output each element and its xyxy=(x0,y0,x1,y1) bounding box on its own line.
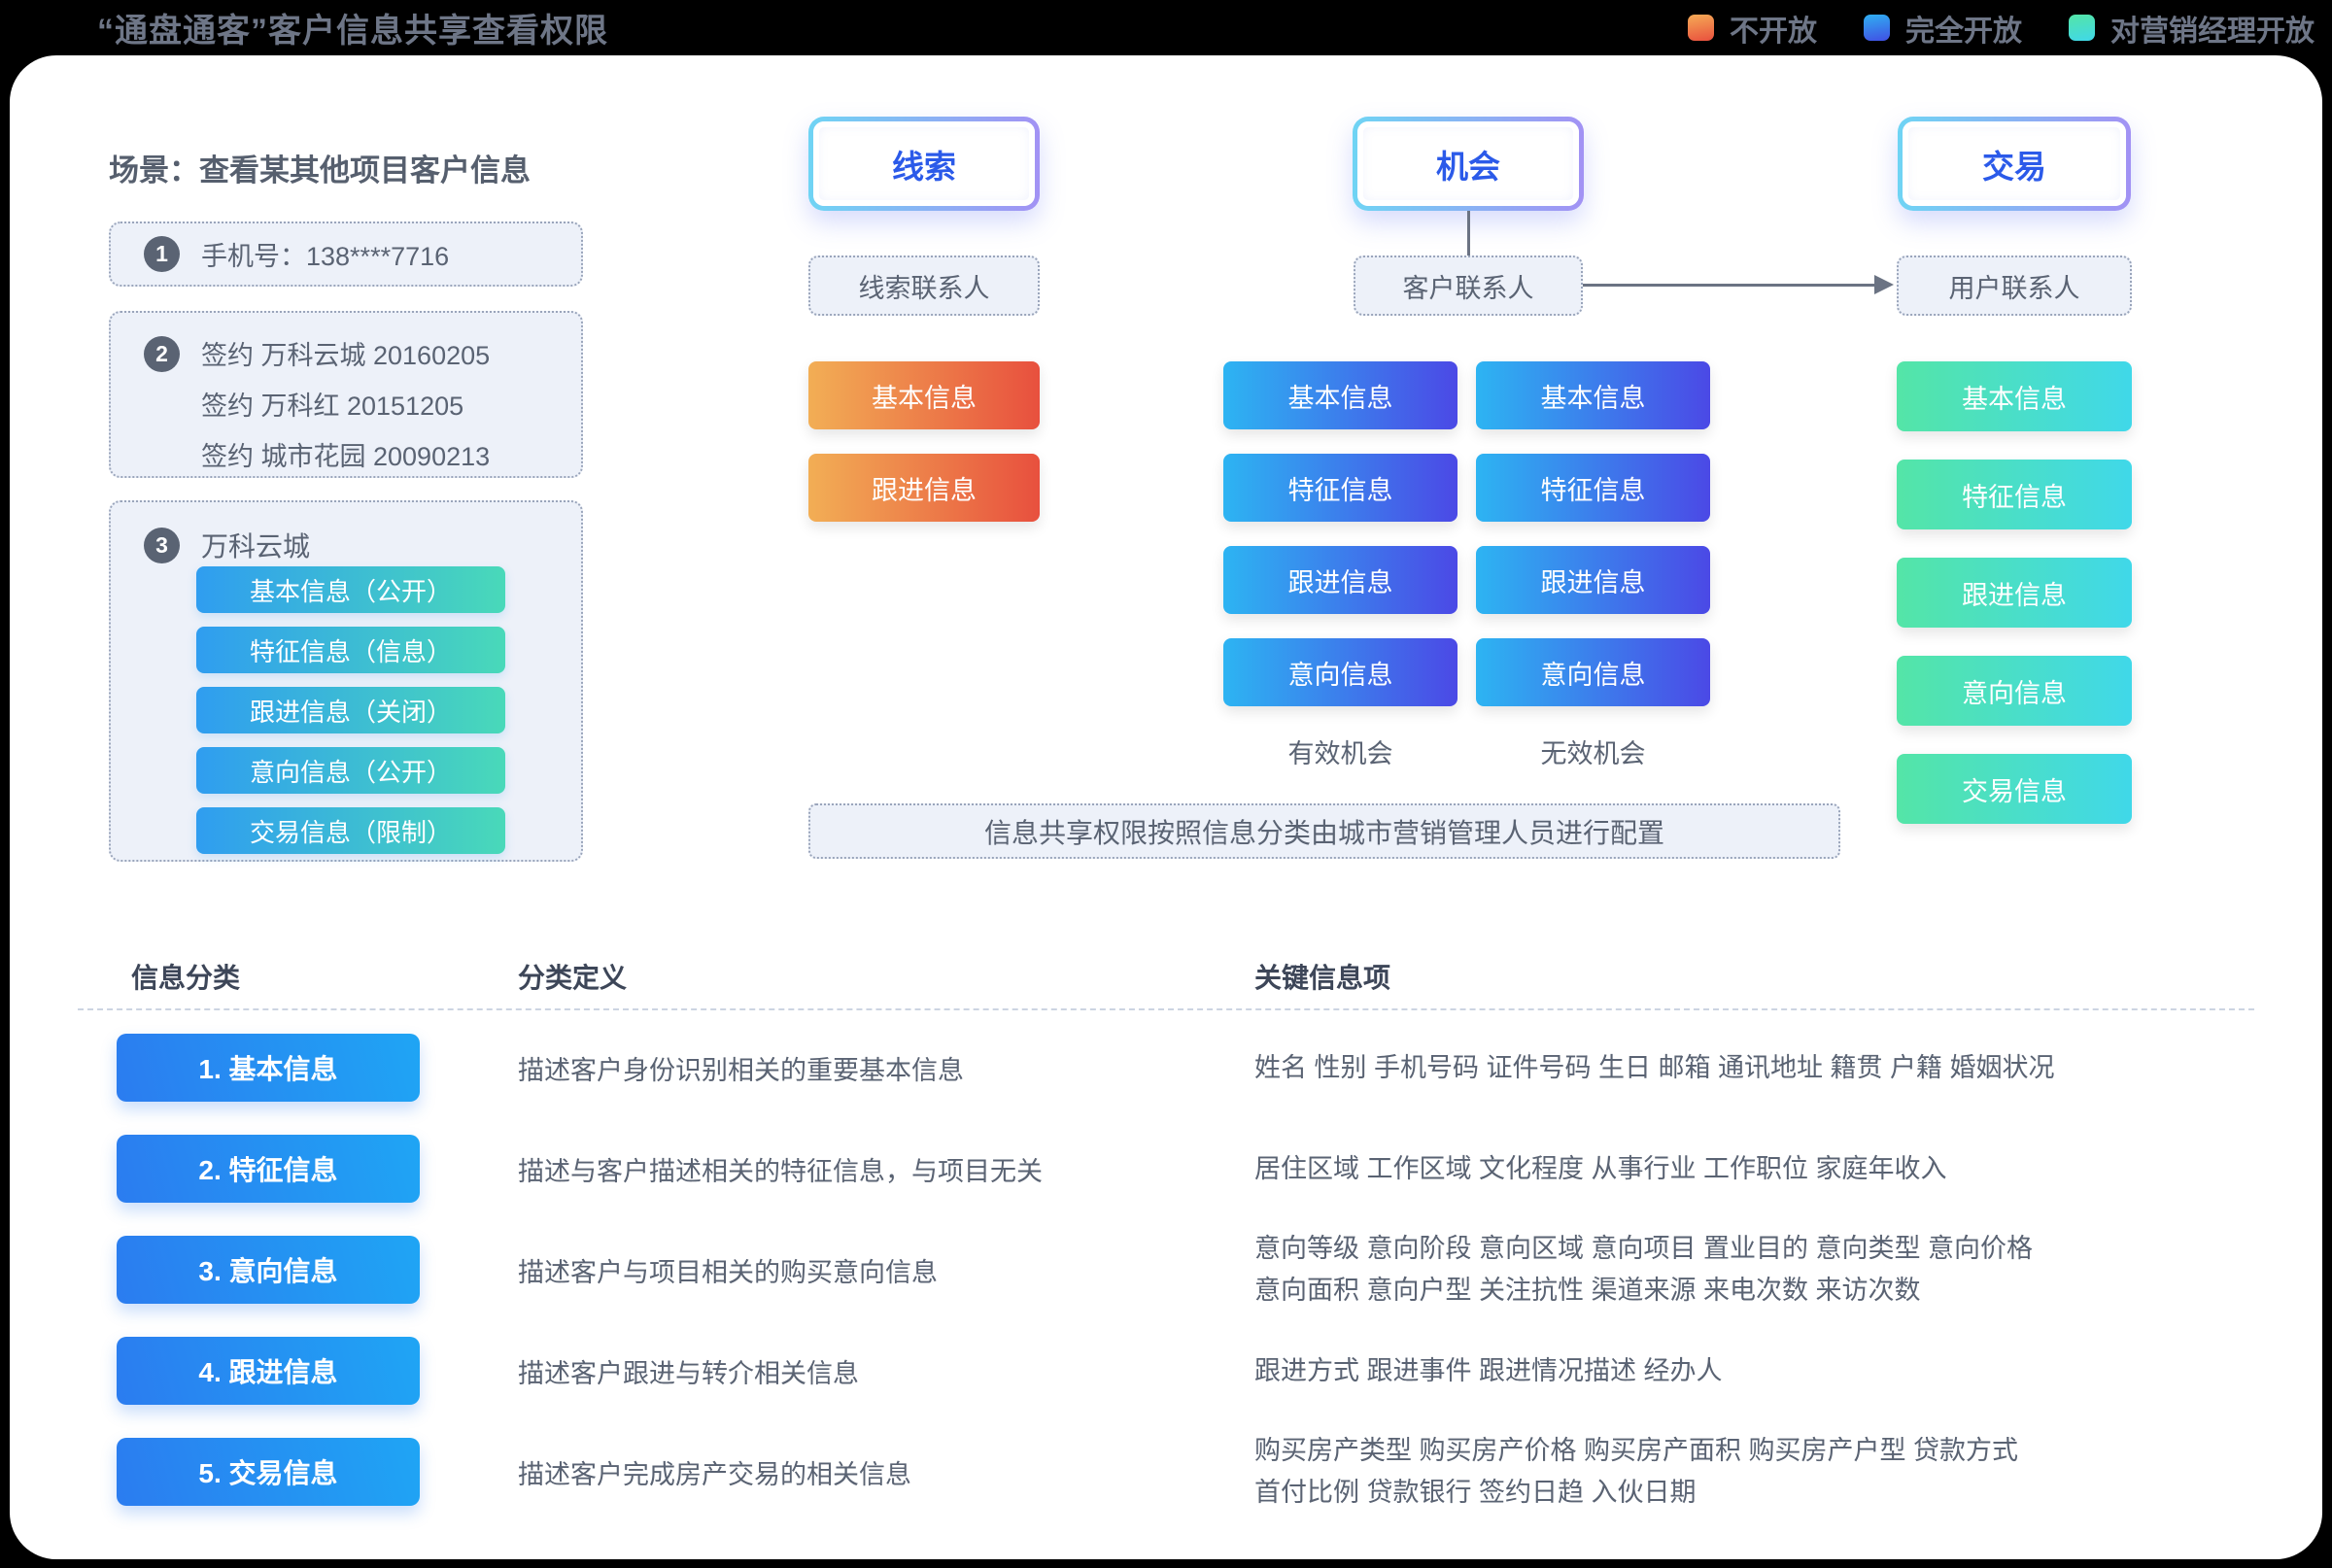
deal-header-box: 交易 xyxy=(1898,117,2131,211)
key-items-line: 购买房产类型 购买房产价格 购买房产面积 购买房产户型 贷款方式 xyxy=(1254,1430,2314,1472)
dashed-divider xyxy=(78,1008,2254,1010)
permission-bar: 跟进信息（关闭） xyxy=(196,687,505,733)
legend-item-fully-open: 完全开放 xyxy=(1864,7,2022,50)
legend-swatch-blue-icon xyxy=(1864,15,1890,41)
invalid-opportunity-box: 意向信息 xyxy=(1476,638,1710,706)
legend-label: 不开放 xyxy=(1730,7,1817,50)
category-button: 5. 交易信息 xyxy=(117,1438,420,1506)
valid-opportunity-box: 基本信息 xyxy=(1223,361,1458,429)
table-row: 4. 跟进信息 描述客户跟进与转介相关信息 跟进方式 跟进事件 跟进情况描述 经… xyxy=(0,1337,2332,1405)
deal-info-box: 意向信息 xyxy=(1897,656,2132,726)
category-definition: 描述客户身份识别相关的重要基本信息 xyxy=(518,1034,1217,1102)
table-row: 5. 交易信息 描述客户完成房产交易的相关信息 购买房产类型 购买房产价格 购买… xyxy=(0,1438,2332,1506)
invalid-opportunity-box: 基本信息 xyxy=(1476,361,1710,429)
project-name: 万科云城 xyxy=(201,526,310,564)
category-definition: 描述与客户描述相关的特征信息，与项目无关 xyxy=(518,1135,1217,1203)
lead-header-box: 线索 xyxy=(808,117,1040,211)
scenario-step-3: 3 万科云城 基本信息（公开） 特征信息（信息） 跟进信息（关闭） 意向信息（公… xyxy=(109,500,583,862)
valid-opportunity-label: 有效机会 xyxy=(1223,732,1458,770)
permission-bar: 特征信息（信息） xyxy=(196,627,505,673)
lead-info-box: 跟进信息 xyxy=(808,454,1040,522)
opportunity-title: 机会 xyxy=(1357,121,1579,206)
step-1-text: 手机号：138****7716 xyxy=(201,235,449,273)
legend-item-manager-open: 对营销经理开放 xyxy=(2069,7,2315,50)
deal-contact-box: 用户联系人 xyxy=(1897,256,2132,316)
table-row: 2. 特征信息 描述与客户描述相关的特征信息，与项目无关 居住区域 工作区域 文… xyxy=(0,1135,2332,1203)
category-button: 1. 基本信息 xyxy=(117,1034,420,1102)
lead-title: 线索 xyxy=(813,121,1035,206)
scenario-step-1: 1 手机号：138****7716 xyxy=(109,222,583,287)
scenario-title: 场景：查看某其他项目客户信息 xyxy=(109,146,531,189)
category-button: 3. 意向信息 xyxy=(117,1236,420,1304)
legend: 不开放 完全开放 对营销经理开放 xyxy=(1688,0,2315,55)
permission-bar: 基本信息（公开） xyxy=(196,566,505,613)
deal-info-box: 基本信息 xyxy=(1897,361,2132,431)
key-items-line: 跟进方式 跟进事件 跟进情况描述 经办人 xyxy=(1254,1350,2314,1392)
step-2-badge-icon: 2 xyxy=(144,336,180,372)
column-header-definition: 分类定义 xyxy=(518,957,627,996)
category-definition: 描述客户跟进与转介相关信息 xyxy=(518,1337,1217,1405)
category-definition: 描述客户完成房产交易的相关信息 xyxy=(518,1438,1217,1506)
lead-contact-box: 线索联系人 xyxy=(808,256,1040,316)
step-1-badge-icon: 1 xyxy=(144,236,180,272)
key-items-line: 意向等级 意向阶段 意向区域 意向项目 置业目的 意向类型 意向价格 xyxy=(1254,1228,2314,1270)
legend-swatch-teal-icon xyxy=(2069,15,2095,41)
scenario-step-2: 2 签约 万科云城 20160205 签约 万科红 20151205 签约 城市… xyxy=(109,311,583,478)
column-header-key-items: 关键信息项 xyxy=(1254,957,1390,996)
category-button: 4. 跟进信息 xyxy=(117,1337,420,1405)
invalid-opportunity-box: 跟进信息 xyxy=(1476,546,1710,614)
config-note: 信息共享权限按照信息分类由城市营销管理人员进行配置 xyxy=(808,803,1840,859)
permission-bar: 交易信息（限制） xyxy=(196,807,505,854)
opportunity-header-box: 机会 xyxy=(1353,117,1584,211)
valid-opportunity-box: 特征信息 xyxy=(1223,454,1458,522)
invalid-opportunity-label: 无效机会 xyxy=(1476,732,1710,770)
contract-line: 签约 万科云城 20160205 xyxy=(201,330,581,381)
step-3-badge-icon: 3 xyxy=(144,528,180,563)
valid-opportunity-box: 意向信息 xyxy=(1223,638,1458,706)
top-bar: “通盘通客”客户信息共享查看权限 不开放 完全开放 对营销经理开放 xyxy=(0,0,2332,55)
legend-label: 对营销经理开放 xyxy=(2110,7,2315,50)
page-title: “通盘通客”客户信息共享查看权限 xyxy=(97,4,608,51)
legend-item-not-open: 不开放 xyxy=(1688,7,1817,50)
legend-label: 完全开放 xyxy=(1905,7,2022,50)
opportunity-contact-box: 客户联系人 xyxy=(1354,256,1583,316)
deal-info-box: 特征信息 xyxy=(1897,460,2132,529)
deal-title: 交易 xyxy=(1903,121,2126,206)
column-header-category: 信息分类 xyxy=(131,957,240,996)
connector-line xyxy=(1467,211,1470,256)
invalid-opportunity-box: 特征信息 xyxy=(1476,454,1710,522)
lead-info-box: 基本信息 xyxy=(808,361,1040,429)
key-items-line: 首付比例 贷款银行 签约日趋 入伙日期 xyxy=(1254,1472,2314,1514)
deal-info-box: 交易信息 xyxy=(1897,754,2132,824)
table-row: 3. 意向信息 描述客户与项目相关的购买意向信息 意向等级 意向阶段 意向区域 … xyxy=(0,1236,2332,1304)
valid-opportunity-box: 跟进信息 xyxy=(1223,546,1458,614)
contract-line: 签约 城市花园 20090213 xyxy=(201,431,581,482)
category-definition: 描述客户与项目相关的购买意向信息 xyxy=(518,1236,1217,1304)
table-row: 1. 基本信息 描述客户身份识别相关的重要基本信息 姓名 性别 手机号码 证件号… xyxy=(0,1034,2332,1102)
permission-bar: 意向信息（公开） xyxy=(196,747,505,794)
infographic-page: “通盘通客”客户信息共享查看权限 不开放 完全开放 对营销经理开放 场景：查看某… xyxy=(0,0,2332,1568)
key-items-line: 居住区域 工作区域 文化程度 从事行业 工作职位 家庭年收入 xyxy=(1254,1148,2314,1190)
deal-info-box: 跟进信息 xyxy=(1897,558,2132,628)
key-items-line: 意向面积 意向户型 关注抗性 渠道来源 来电次数 来访次数 xyxy=(1254,1270,2314,1312)
legend-swatch-orange-icon xyxy=(1688,15,1714,41)
arrow-right-icon xyxy=(1874,275,1894,294)
contract-line: 签约 万科红 20151205 xyxy=(201,381,581,431)
category-button: 2. 特征信息 xyxy=(117,1135,420,1203)
key-items-line: 姓名 性别 手机号码 证件号码 生日 邮箱 通讯地址 籍贯 户籍 婚姻状况 xyxy=(1254,1047,2314,1089)
connector-line xyxy=(1583,284,1876,287)
